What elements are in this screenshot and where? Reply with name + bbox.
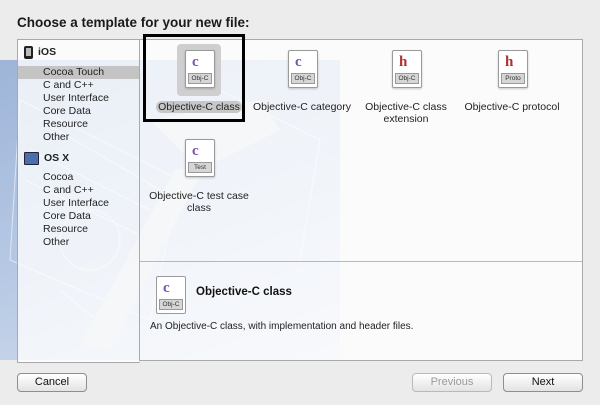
dialog-heading: Choose a template for your new file: xyxy=(17,15,250,30)
category-sidebar: iOS Cocoa Touch C and C++ User Interface… xyxy=(17,39,140,363)
iphone-icon xyxy=(24,45,33,59)
template-objc-class[interactable]: c Obj-C Objective-C class xyxy=(149,42,249,132)
file-tag: Obj-C xyxy=(291,73,315,84)
sidebar-section-osx: OS X xyxy=(24,150,69,166)
sidebar-item-osx-resource[interactable]: Resource xyxy=(18,223,140,236)
template-label: Objective-C protocol xyxy=(464,101,560,113)
sidebar-item-osx-other[interactable]: Other xyxy=(18,236,140,249)
sidebar-item-osx-core-data[interactable]: Core Data xyxy=(18,210,140,223)
sidebar-item-ios-c-and-cpp[interactable]: C and C++ xyxy=(18,79,140,92)
template-objc-protocol[interactable]: h Proto Objective-C protocol xyxy=(462,42,562,132)
header-file-icon: h Obj-C xyxy=(392,50,422,88)
file-glyph: c xyxy=(192,143,199,159)
sidebar-item-ios-user-interface[interactable]: User Interface xyxy=(18,92,140,105)
detail-description: An Objective-C class, with implementatio… xyxy=(150,321,414,332)
file-tag: Obj-C xyxy=(188,73,212,84)
detail-title: Objective-C class xyxy=(196,286,292,298)
file-tag: Proto xyxy=(501,73,525,84)
header-file-icon: h Proto xyxy=(498,50,528,88)
template-objc-test-case[interactable]: c Test Objective-C test case class xyxy=(149,131,249,221)
previous-button[interactable]: Previous xyxy=(412,373,492,392)
template-label: Objective-C class xyxy=(156,101,242,113)
sidebar-item-ios-resource[interactable]: Resource xyxy=(18,118,140,131)
sidebar-section-ios: iOS xyxy=(24,44,56,60)
mac-icon xyxy=(24,151,39,165)
file-glyph: h xyxy=(505,54,514,70)
sidebar-item-osx-user-interface[interactable]: User Interface xyxy=(18,197,140,210)
sidebar-item-ios-core-data[interactable]: Core Data xyxy=(18,105,140,118)
cancel-button[interactable]: Cancel xyxy=(17,373,87,392)
objc-file-icon: c Obj-C xyxy=(185,50,215,88)
file-tag: Obj-C xyxy=(395,73,419,84)
file-glyph: c xyxy=(295,54,302,70)
objc-file-icon: c Obj-C xyxy=(156,276,186,314)
sidebar-item-ios-other[interactable]: Other xyxy=(18,131,140,144)
file-tag: Test xyxy=(188,162,212,173)
template-grid: c Obj-C Objective-C class c Obj-C Object… xyxy=(140,40,582,260)
sidebar-section-title: OS X xyxy=(44,152,70,164)
sidebar-item-ios-cocoa-touch[interactable]: Cocoa Touch xyxy=(18,66,140,79)
sidebar-item-osx-c-and-cpp[interactable]: C and C++ xyxy=(18,184,140,197)
sidebar-section-title: iOS xyxy=(38,46,57,58)
file-glyph: c xyxy=(163,280,170,296)
sidebar-item-osx-cocoa[interactable]: Cocoa xyxy=(18,171,140,184)
template-label: Objective-C test case class xyxy=(149,190,249,214)
file-glyph: h xyxy=(399,54,408,70)
template-objc-category[interactable]: c Obj-C Objective-C category xyxy=(252,42,352,132)
panel-divider xyxy=(140,261,582,262)
objc-file-icon: c Obj-C xyxy=(288,50,318,88)
template-label: Objective-C class extension xyxy=(365,101,447,125)
file-tag: Obj-C xyxy=(159,299,183,310)
template-label: Objective-C category xyxy=(252,101,352,113)
next-button[interactable]: Next xyxy=(503,373,583,392)
test-file-icon: c Test xyxy=(185,139,215,177)
file-glyph: c xyxy=(192,54,199,70)
template-panel: c Obj-C Objective-C class c Obj-C Object… xyxy=(139,39,583,361)
template-objc-class-extension[interactable]: h Obj-C Objective-C class extension xyxy=(356,42,456,132)
